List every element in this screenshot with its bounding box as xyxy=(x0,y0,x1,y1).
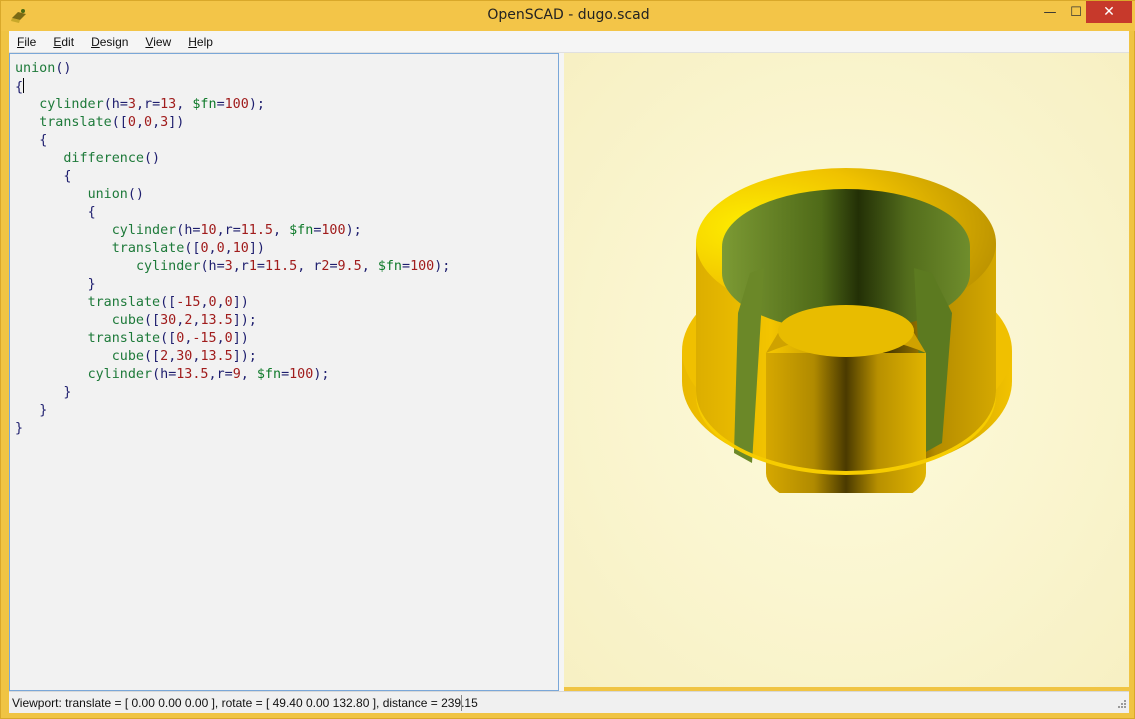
menu-design-mnemonic: D xyxy=(91,34,100,49)
menu-file[interactable]: File xyxy=(17,35,36,49)
viewport-status: Viewport: translate = [ 0.00 0.00 0.00 ]… xyxy=(12,696,478,710)
code-line[interactable]: cube([2,30,13.5]); xyxy=(15,348,450,366)
status-bar: Viewport: translate = [ 0.00 0.00 0.00 ]… xyxy=(9,691,1129,713)
code-line[interactable]: { xyxy=(15,78,450,96)
status-separator xyxy=(461,695,462,711)
text-cursor xyxy=(23,78,25,93)
code-line[interactable]: { xyxy=(15,168,450,186)
close-button[interactable]: ✕ xyxy=(1086,1,1132,23)
code-line[interactable]: cylinder(h=3,r1=11.5, r2=9.5, $fn=100); xyxy=(15,258,450,276)
code-line[interactable]: translate([-15,0,0]) xyxy=(15,294,450,312)
menu-design-label: esign xyxy=(99,34,129,49)
menu-view-label: iew xyxy=(153,34,172,49)
code-line[interactable]: union() xyxy=(15,186,450,204)
code-text[interactable]: union(){ cylinder(h=3,r=13, $fn=100); tr… xyxy=(15,60,450,438)
menu-bar: File Edit Design View Help xyxy=(9,31,1129,53)
code-line[interactable]: } xyxy=(15,276,450,294)
rendered-model xyxy=(682,168,1012,493)
code-line[interactable]: union() xyxy=(15,60,450,78)
resize-grip-icon[interactable] xyxy=(1115,699,1127,711)
menu-edit-label: dit xyxy=(61,34,75,49)
code-line[interactable]: { xyxy=(15,132,450,150)
code-line[interactable]: difference() xyxy=(15,150,450,168)
title-bar[interactable]: OpenSCAD - dugo.scad — ☐ ✕ xyxy=(1,1,1135,31)
menu-file-label: ile xyxy=(24,34,37,49)
code-line[interactable]: } xyxy=(15,420,450,438)
3d-viewport[interactable] xyxy=(564,53,1129,687)
menu-design[interactable]: Design xyxy=(91,35,128,49)
code-line[interactable]: { xyxy=(15,204,450,222)
code-line[interactable]: } xyxy=(15,402,450,420)
code-line[interactable]: cylinder(h=3,r=13, $fn=100); xyxy=(15,96,450,114)
code-line[interactable]: cylinder(h=10,r=11.5, $fn=100); xyxy=(15,222,450,240)
menu-view[interactable]: View xyxy=(145,35,171,49)
menu-help-label: elp xyxy=(196,34,213,49)
menu-edit[interactable]: Edit xyxy=(53,35,74,49)
code-editor[interactable]: union(){ cylinder(h=3,r=13, $fn=100); tr… xyxy=(9,53,559,691)
openscad-window: OpenSCAD - dugo.scad — ☐ ✕ File Edit Des… xyxy=(0,0,1135,719)
window-title: OpenSCAD - dugo.scad xyxy=(487,7,650,23)
code-line[interactable]: translate([0,0,10]) xyxy=(15,240,450,258)
code-line[interactable]: cylinder(h=13.5,r=9, $fn=100); xyxy=(15,366,450,384)
code-line[interactable]: translate([0,-15,0]) xyxy=(15,330,450,348)
code-line[interactable]: cube([30,2,13.5]); xyxy=(15,312,450,330)
code-line[interactable]: } xyxy=(15,384,450,402)
menu-help-mnemonic: H xyxy=(188,34,197,49)
code-line[interactable]: translate([0,0,3]) xyxy=(15,114,450,132)
menu-help[interactable]: Help xyxy=(188,35,213,49)
